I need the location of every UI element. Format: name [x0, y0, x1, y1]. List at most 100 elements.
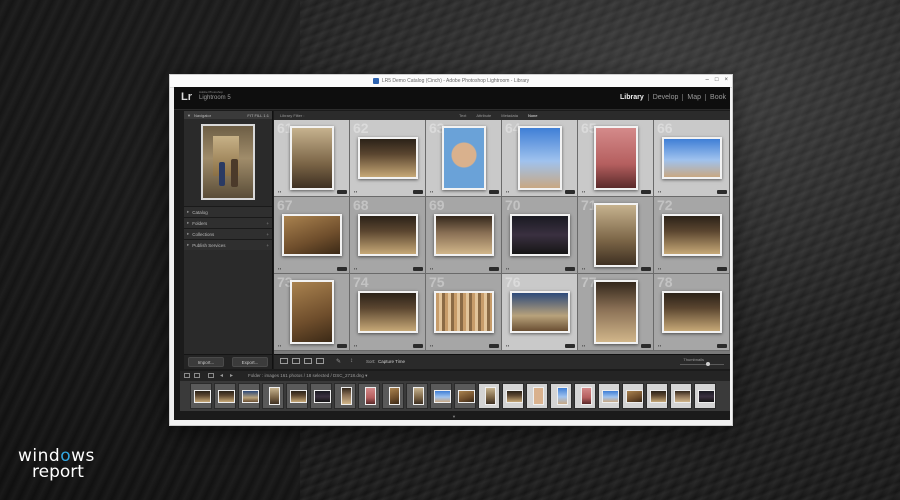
edit-badge-icon[interactable] [565, 344, 575, 348]
rating-dots-icon[interactable]: ▪▪ [354, 266, 358, 271]
rating-dots-icon[interactable]: ▪▪ [582, 189, 586, 194]
filmstrip-thumbnail[interactable] [290, 390, 307, 403]
slider-knob[interactable] [706, 362, 710, 366]
photo-thumbnail[interactable] [517, 126, 562, 190]
photo-thumbnail[interactable] [509, 214, 570, 256]
compare-view-icon[interactable] [304, 358, 312, 364]
grid-cell[interactable]: 78 ▪▪ [654, 274, 730, 351]
grid-cell[interactable]: 72 ▪▪ [654, 197, 730, 274]
rating-dots-icon[interactable]: ▪▪ [658, 189, 662, 194]
edit-badge-icon[interactable] [565, 190, 575, 194]
grid-cell[interactable]: 61 ▪▪ [274, 120, 350, 197]
rating-dots-icon[interactable]: ▪▪ [582, 343, 586, 348]
filmstrip-cell[interactable] [430, 383, 452, 409]
filmstrip-thumbnail[interactable] [533, 387, 544, 405]
grid-cell[interactable]: 76 ▪▪ [502, 274, 578, 351]
grid-cell[interactable]: 73 ▪▪ [274, 274, 350, 351]
grid-cell[interactable]: 69 ▪▪ [426, 197, 502, 274]
module-book[interactable]: Book [705, 94, 730, 101]
photo-thumbnail[interactable] [357, 214, 418, 256]
edit-badge-icon[interactable] [489, 344, 499, 348]
forward-arrow-icon[interactable]: ▸ [230, 372, 233, 379]
navigator-header[interactable]: ▼ Navigator FIT FILL 1:1 [184, 111, 272, 119]
add-icon[interactable]: + [266, 221, 269, 226]
add-icon[interactable]: + [266, 243, 269, 248]
sort-direction-icon[interactable]: ↕ [350, 358, 353, 364]
filter-tab-metadata[interactable]: Metadata [501, 113, 518, 118]
edit-badge-icon[interactable] [641, 190, 651, 194]
edit-badge-icon[interactable] [489, 190, 499, 194]
grid-cell[interactable]: 67 ▪▪ [274, 197, 350, 274]
minimize-button[interactable]: – [706, 77, 709, 83]
filmstrip-cell[interactable] [262, 383, 284, 409]
filmstrip-cell[interactable] [550, 383, 572, 409]
filmstrip-thumbnail[interactable] [341, 387, 352, 405]
panel-collections[interactable]: ▸ Collections + [184, 228, 272, 239]
rating-dots-icon[interactable]: ▪▪ [658, 266, 662, 271]
filmstrip-cell[interactable] [406, 383, 428, 409]
filmstrip-cell[interactable] [286, 383, 308, 409]
filter-tab-attribute[interactable]: Attribute [476, 113, 491, 118]
rating-dots-icon[interactable]: ▪▪ [354, 343, 358, 348]
filmstrip-thumbnail[interactable] [389, 387, 400, 405]
grid-view-icon[interactable] [280, 358, 288, 364]
filmstrip-cell[interactable] [190, 383, 212, 409]
rating-dots-icon[interactable]: ▪▪ [506, 343, 510, 348]
filmstrip-cell[interactable] [478, 383, 500, 409]
filmstrip-thumbnail[interactable] [269, 387, 280, 405]
rating-dots-icon[interactable]: ▪▪ [430, 343, 434, 348]
edit-badge-icon[interactable] [489, 267, 499, 271]
filmstrip-thumbnail[interactable] [557, 387, 568, 405]
rating-dots-icon[interactable]: ▪▪ [278, 343, 282, 348]
grid-cell[interactable]: 71 ▪▪ [578, 197, 654, 274]
grid-cell[interactable]: 63 ▪▪ [426, 120, 502, 197]
filmstrip-thumbnail[interactable] [434, 390, 451, 403]
filmstrip-thumbnail[interactable] [458, 390, 475, 403]
thumbnail-size-slider[interactable] [680, 362, 724, 366]
grid-cell[interactable]: 64 ▪▪ [502, 120, 578, 197]
filmstrip-cell[interactable] [694, 383, 716, 409]
photo-thumbnail[interactable] [441, 126, 486, 190]
photo-thumbnail[interactable] [661, 214, 722, 256]
edit-badge-icon[interactable] [565, 267, 575, 271]
edit-badge-icon[interactable] [413, 190, 423, 194]
filmstrip-source-info[interactable]: Folder : images 161 photos / 18 selected… [248, 373, 367, 379]
grid-cell[interactable]: 68 ▪▪ [350, 197, 426, 274]
photo-thumbnail[interactable] [661, 137, 722, 179]
survey-view-icon[interactable] [316, 358, 324, 364]
edit-badge-icon[interactable] [717, 267, 727, 271]
edit-badge-icon[interactable] [641, 267, 651, 271]
rating-dots-icon[interactable]: ▪▪ [506, 266, 510, 271]
photo-thumbnail[interactable] [289, 280, 334, 344]
export-button[interactable]: Export... [232, 357, 268, 367]
import-button[interactable]: Import... [188, 357, 224, 367]
filmstrip-thumbnail[interactable] [242, 390, 259, 403]
filmstrip-thumbnail[interactable] [365, 387, 376, 405]
maximize-button[interactable]: □ [715, 77, 719, 83]
photo-thumbnail[interactable] [593, 280, 638, 344]
photo-thumbnail[interactable] [593, 126, 638, 190]
panel-folders[interactable]: ▸ Folders + [184, 217, 272, 228]
rating-dots-icon[interactable]: ▪▪ [430, 266, 434, 271]
grid-cell[interactable]: 66 ▪▪ [654, 120, 730, 197]
panel-publish-services[interactable]: ▸ Publish Services + [184, 239, 272, 250]
edit-badge-icon[interactable] [413, 344, 423, 348]
photo-thumbnail[interactable] [433, 291, 494, 333]
filmstrip-cell[interactable] [238, 383, 260, 409]
filter-tab-text[interactable]: Text [459, 113, 466, 118]
module-develop[interactable]: Develop [647, 94, 683, 101]
filmstrip-cell[interactable] [334, 383, 356, 409]
filmstrip-toggle-icon[interactable]: ▼ [452, 414, 456, 419]
edit-badge-icon[interactable] [717, 190, 727, 194]
filmstrip-cell[interactable] [502, 383, 524, 409]
edit-badge-icon[interactable] [641, 344, 651, 348]
grid-cell[interactable]: 65 ▪▪ [578, 120, 654, 197]
filmstrip-cell[interactable] [670, 383, 692, 409]
grid-cell[interactable]: 62 ▪▪ [350, 120, 426, 197]
secondary-window-icon[interactable] [184, 373, 190, 378]
filmstrip-thumbnail[interactable] [626, 390, 643, 403]
filmstrip-thumbnail[interactable] [581, 387, 592, 405]
rating-dots-icon[interactable]: ▪▪ [658, 343, 662, 348]
filmstrip-cell[interactable] [358, 383, 380, 409]
grid-cell[interactable]: 74 ▪▪ [350, 274, 426, 351]
